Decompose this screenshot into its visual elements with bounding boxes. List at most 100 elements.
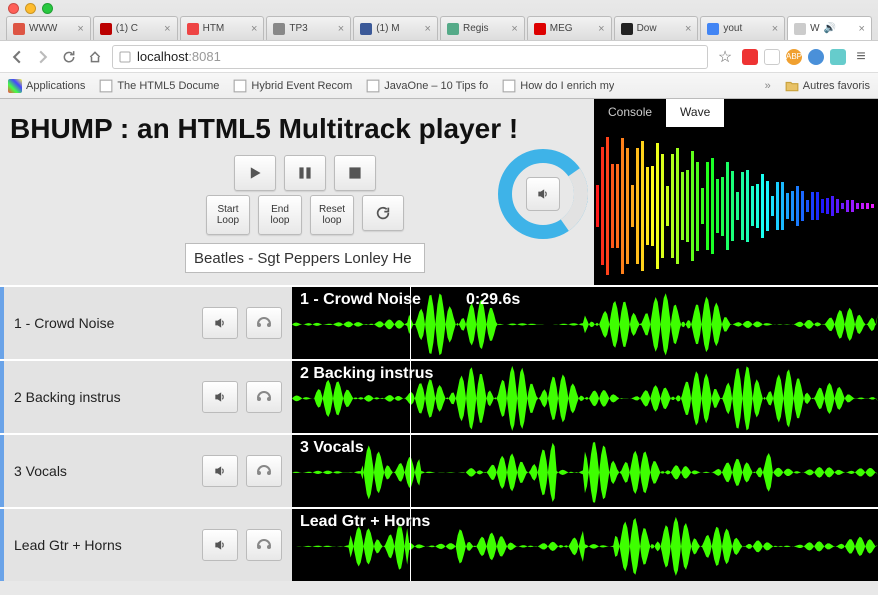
extension-icon[interactable] xyxy=(742,49,758,65)
bookmark-item[interactable]: JavaOne – 10 Tips fo xyxy=(366,79,488,93)
browser-tab[interactable]: Regis× xyxy=(440,16,525,40)
tab-close-icon[interactable]: × xyxy=(511,23,517,35)
other-bookmarks-folder[interactable]: Autres favoris xyxy=(785,79,870,93)
track-solo-button[interactable] xyxy=(202,381,238,413)
bookmark-label: How do I enrich my xyxy=(520,80,614,92)
track-header: Lead Gtr + Horns xyxy=(0,509,292,581)
visualizer-panel: Console Wave xyxy=(594,99,878,285)
track-name-label: 3 Vocals xyxy=(14,463,194,479)
song-title-input[interactable] xyxy=(185,243,425,273)
browser-tab[interactable]: (1) C× xyxy=(93,16,178,40)
track-list: 1 - Crowd Noise 1 - Crowd Noise 0:29.6s … xyxy=(0,285,878,595)
play-button[interactable] xyxy=(234,155,276,191)
track-waveform[interactable]: Lead Gtr + Horns xyxy=(292,509,878,581)
track-waveform[interactable]: 3 Vocals xyxy=(292,435,878,507)
start-loop-button[interactable]: StartLoop xyxy=(206,195,250,235)
track-name-label: 2 Backing instrus xyxy=(14,389,194,405)
tab-close-icon[interactable]: × xyxy=(859,23,865,35)
extension-icons: ABP ≡ xyxy=(742,48,870,66)
back-button[interactable] xyxy=(8,48,26,66)
tab-console[interactable]: Console xyxy=(594,99,666,127)
window-close-button[interactable] xyxy=(8,3,19,14)
tab-close-icon[interactable]: × xyxy=(598,23,604,35)
tab-close-icon[interactable]: × xyxy=(338,23,344,35)
favicon xyxy=(100,23,112,35)
track-mute-button[interactable] xyxy=(246,529,282,561)
tab-close-icon[interactable]: × xyxy=(77,23,83,35)
browser-tab[interactable]: MEG × xyxy=(527,16,612,40)
bookmark-item[interactable]: How do I enrich my xyxy=(502,79,614,93)
favicon xyxy=(273,23,285,35)
page-content: BHUMP : an HTML5 Multitrack player ! Sta… xyxy=(0,99,878,595)
favicon xyxy=(360,23,372,35)
bookmark-item[interactable]: Applications xyxy=(8,79,85,93)
track-header: 3 Vocals xyxy=(0,435,292,507)
track-solo-button[interactable] xyxy=(202,455,238,487)
tab-close-icon[interactable]: × xyxy=(164,23,170,35)
address-bar[interactable]: localhost:8081 xyxy=(112,45,708,69)
track-mute-button[interactable] xyxy=(246,381,282,413)
playhead[interactable] xyxy=(410,435,411,507)
bookmark-star-icon[interactable]: ☆ xyxy=(716,48,734,66)
tab-label: MEG xyxy=(550,23,573,34)
track-overlay-label: 2 Backing instrus xyxy=(300,365,433,383)
tab-label: (1) M xyxy=(376,23,399,34)
favicon xyxy=(447,23,459,35)
window-minimize-button[interactable] xyxy=(25,3,36,14)
track-solo-button[interactable] xyxy=(202,307,238,339)
bookmark-item[interactable]: The HTML5 Docume xyxy=(99,79,219,93)
tab-close-icon[interactable]: × xyxy=(251,23,257,35)
window-zoom-button[interactable] xyxy=(42,3,53,14)
favicon xyxy=(187,23,199,35)
browser-tab[interactable]: yout× xyxy=(700,16,785,40)
tab-close-icon[interactable]: × xyxy=(772,23,778,35)
spectrum-visualizer xyxy=(594,127,878,285)
bookmark-label: Applications xyxy=(26,80,85,92)
master-volume-knob[interactable] xyxy=(498,149,588,239)
favicon xyxy=(707,23,719,35)
extension-icon[interactable] xyxy=(808,49,824,65)
stop-button[interactable] xyxy=(334,155,376,191)
adblock-icon[interactable]: ABP xyxy=(786,49,802,65)
window-titlebar xyxy=(0,0,878,16)
browser-tab[interactable]: WWW× xyxy=(6,16,91,40)
track-mute-button[interactable] xyxy=(246,455,282,487)
track-row: 3 Vocals 3 Vocals xyxy=(0,433,878,507)
tab-wave[interactable]: Wave xyxy=(666,99,724,127)
browser-tab[interactable]: W🔊× xyxy=(787,16,872,40)
browser-tab[interactable]: HTM× xyxy=(180,16,265,40)
favicon xyxy=(621,23,633,35)
reset-loop-button[interactable]: Resetloop xyxy=(310,195,354,235)
end-loop-button[interactable]: Endloop xyxy=(258,195,302,235)
reload-song-button[interactable] xyxy=(362,195,404,231)
track-name-label: 1 - Crowd Noise xyxy=(14,315,194,331)
browser-toolbar: localhost:8081 ☆ ABP ≡ xyxy=(0,40,878,72)
track-waveform[interactable]: 1 - Crowd Noise 0:29.6s xyxy=(292,287,878,359)
track-row: 1 - Crowd Noise 1 - Crowd Noise 0:29.6s xyxy=(0,285,878,359)
extension-icon[interactable] xyxy=(764,49,780,65)
track-waveform[interactable]: 2 Backing instrus xyxy=(292,361,878,433)
track-mute-button[interactable] xyxy=(246,307,282,339)
browser-tab[interactable]: (1) M × xyxy=(353,16,438,40)
browser-tab[interactable]: TP3× xyxy=(266,16,351,40)
browser-chrome: WWW×(1) C×HTM×TP3×(1) M×Regis×MEG×Dow×yo… xyxy=(0,0,878,99)
transport-controls: StartLoop Endloop Resetloop xyxy=(140,155,470,273)
tab-close-icon[interactable]: × xyxy=(425,23,431,35)
extension-icon[interactable] xyxy=(830,49,846,65)
forward-button[interactable] xyxy=(34,48,52,66)
reload-button[interactable] xyxy=(60,48,78,66)
track-name-label: Lead Gtr + Horns xyxy=(14,537,194,553)
bookmark-label: Hybrid Event Recom xyxy=(251,80,352,92)
bookmark-label: JavaOne – 10 Tips fo xyxy=(384,80,488,92)
tab-close-icon[interactable]: × xyxy=(685,23,691,35)
menu-icon[interactable]: ≡ xyxy=(852,48,870,66)
pause-button[interactable] xyxy=(284,155,326,191)
home-button[interactable] xyxy=(86,48,104,66)
audio-icon: 🔊 xyxy=(824,23,836,34)
track-solo-button[interactable] xyxy=(202,529,238,561)
tab-strip: WWW×(1) C×HTM×TP3×(1) M×Regis×MEG×Dow×yo… xyxy=(0,16,878,40)
browser-tab[interactable]: Dow× xyxy=(614,16,699,40)
favicon xyxy=(534,23,546,35)
url-host: localhost xyxy=(137,49,188,64)
bookmark-item[interactable]: Hybrid Event Recom xyxy=(233,79,352,93)
